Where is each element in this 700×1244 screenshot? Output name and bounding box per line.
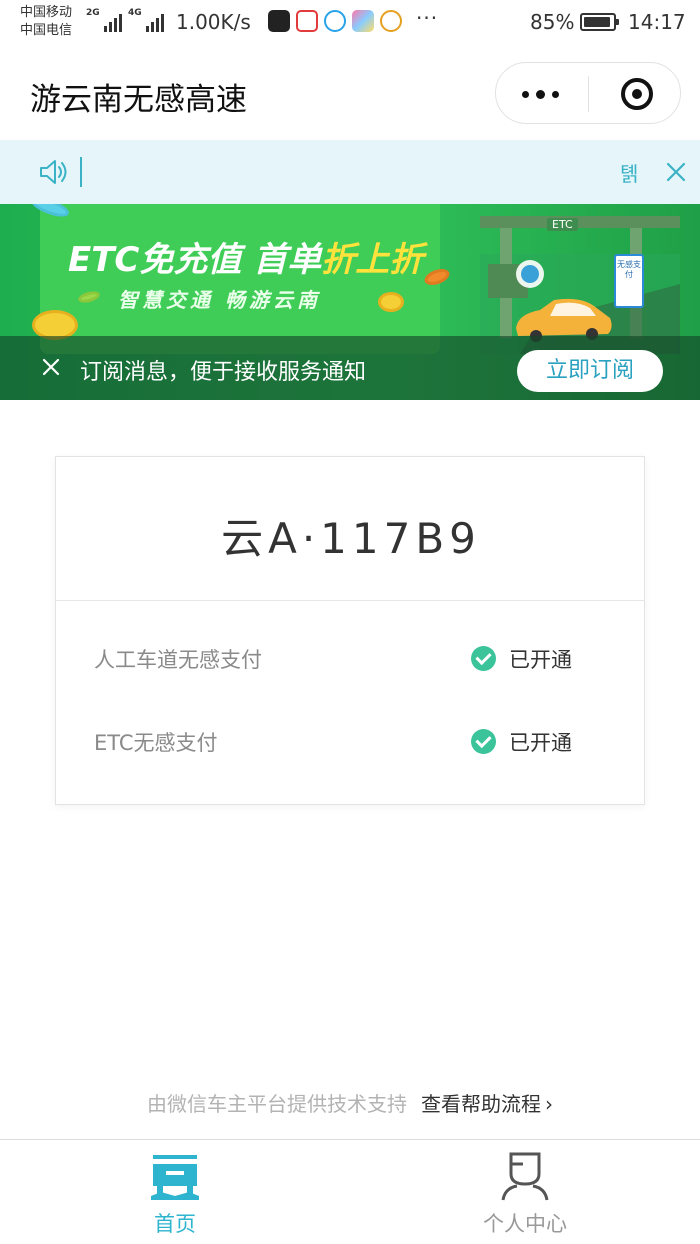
vehicle-card: 云A·117B9 人工车道无感支付 已开通 ETC无感支付 已开通 (55, 456, 645, 805)
coin-decoration (378, 292, 404, 312)
nav-bar: 游云南无感高速 (0, 46, 700, 140)
page-title: 游云南无感高速 (30, 82, 247, 118)
payment-label: 人工车道无感支付 (94, 648, 262, 672)
subscribe-message: 订阅消息，便于接收服务通知 (80, 360, 367, 385)
video-icon (324, 10, 346, 32)
card-divider (56, 600, 644, 601)
check-circle-icon (471, 729, 496, 754)
subscribe-button[interactable]: 立即订阅 (517, 350, 663, 392)
tab-profile-label: 个人中心 (483, 1212, 567, 1236)
battery-icon (580, 13, 619, 31)
battery-percent: 85% (530, 10, 575, 34)
capsule-divider (588, 76, 589, 112)
clock: 14:17 (628, 10, 686, 34)
tab-home[interactable]: 首页 (0, 1140, 350, 1244)
support-text: 由微信车主平台提供技术支持 (147, 1092, 407, 1116)
payment-row-manual-lane: 人工车道无感支付 已开通 (56, 640, 644, 680)
notice-tail-text: 톍 (620, 162, 639, 186)
app-icon-s (296, 10, 318, 32)
banner-subline: 智慧交通 畅游云南 (118, 288, 321, 312)
speaker-icon (40, 160, 67, 184)
etc-tag: ETC (547, 218, 578, 231)
help-flow-link[interactable]: 查看帮助流程 (421, 1092, 541, 1116)
tiktok-icon (268, 10, 290, 32)
signal-icon: 2G (86, 8, 122, 32)
nonstop-pay-sign: 无感支付 (614, 254, 644, 308)
carrier-info: 中国移动 中国电信 (20, 4, 72, 40)
notice-bar: 톍 (0, 140, 700, 204)
weibo-icon (380, 10, 402, 32)
person-icon (501, 1152, 549, 1201)
support-footer: 由微信车主平台提供技术支持 查看帮助流程 › (0, 1088, 700, 1117)
payment-label: ETC无感支付 (94, 731, 218, 755)
signal-icon-2: 4G (128, 8, 164, 32)
close-miniprogram-icon[interactable] (621, 78, 653, 110)
payment-status: 已开通 (509, 648, 572, 672)
carrier-2: 中国电信 (20, 23, 73, 38)
payment-row-etc: ETC无感支付 已开通 (56, 723, 644, 763)
notice-caret (80, 157, 82, 187)
mini-program-capsule (495, 62, 681, 124)
tab-home-label: 首页 (154, 1212, 196, 1236)
check-circle-icon (471, 646, 496, 671)
more-menu-icon[interactable] (522, 90, 559, 99)
status-bar: 中国移动 中国电信 2G 4G 1.00K/s ··· 85% 14:17 (0, 0, 700, 46)
tab-bar: 首页 个人中心 (0, 1139, 700, 1244)
gallery-icon (352, 10, 374, 32)
home-gate-icon (151, 1155, 199, 1200)
notification-icons (268, 10, 402, 32)
payment-status: 已开通 (509, 731, 572, 755)
more-notifications-icon: ··· (416, 6, 439, 30)
license-plate: 云A·117B9 (221, 514, 481, 563)
tab-profile[interactable]: 个人中心 (350, 1140, 700, 1244)
banner-headline: ETC免充值 首单折上折 (68, 240, 424, 280)
chevron-right-icon[interactable]: › (545, 1092, 553, 1116)
carrier-1: 中国移动 (20, 5, 73, 20)
subscribe-close-icon[interactable] (40, 356, 62, 378)
notice-close-icon[interactable] (662, 158, 690, 186)
net-speed: 1.00K/s (176, 10, 251, 34)
